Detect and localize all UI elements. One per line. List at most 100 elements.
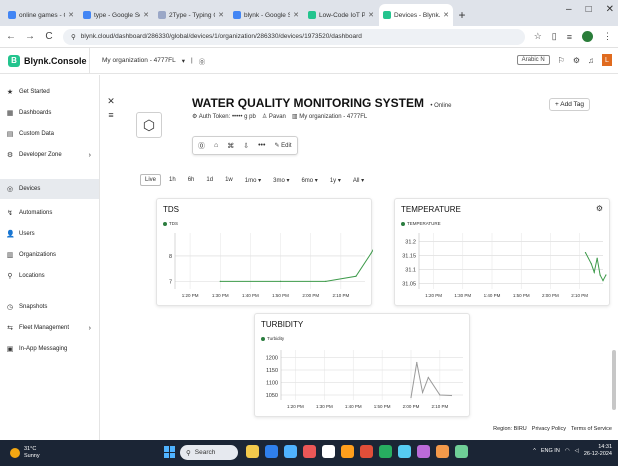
bell-icon[interactable]: ♫ <box>588 56 594 65</box>
chart-legend: TDS <box>163 221 178 226</box>
back-button[interactable]: ← <box>6 31 16 42</box>
user-avatar[interactable]: L <box>602 54 612 66</box>
browser-tab[interactable]: 2Type - Typing Game✕ <box>154 4 228 26</box>
bookmark-star-icon[interactable]: ☆ <box>534 31 542 42</box>
privacy-link[interactable]: Privacy Policy <box>532 426 566 432</box>
browser-tab[interactable]: Devices - Blynk.Console✕ <box>379 4 453 26</box>
auth-token[interactable]: ⚙ Auth Token: ••••• g pb <box>192 113 256 120</box>
browser-tab[interactable]: blynk - Google Search✕ <box>229 4 303 26</box>
new-tab-button[interactable]: + <box>454 4 470 26</box>
taskbar-app-icon[interactable] <box>246 445 259 458</box>
sidebar-item[interactable]: ▦ Dashboards <box>0 106 99 120</box>
taskbar-app-icon[interactable] <box>303 445 316 458</box>
sidebar-item[interactable]: ⚲ Locations <box>0 269 99 283</box>
extensions-icon[interactable]: ▯ <box>552 31 557 42</box>
time-range-option[interactable]: 1h <box>165 175 180 185</box>
taskbar-app-icon[interactable] <box>398 445 411 458</box>
weather-widget[interactable]: 31°C Sunny <box>0 446 160 460</box>
help-icon[interactable]: ⓪ <box>199 56 206 66</box>
taskbar-app-icon[interactable] <box>417 445 430 458</box>
time-range-option[interactable]: 1d <box>202 175 217 185</box>
taskbar-app-icon[interactable] <box>341 445 354 458</box>
time-range-option[interactable]: 6h <box>184 175 199 185</box>
device-title: WATER QUALITY MONITORING SYSTEM • Online <box>192 96 451 110</box>
app-header: B Blynk.Console My organization - 4777FL… <box>0 47 618 74</box>
browser-tab[interactable]: Low-Code IoT Platform | Bl✕ <box>304 4 378 26</box>
chevron-up-icon[interactable]: ^ <box>533 448 536 454</box>
time-range-option[interactable]: 6mo ▾ <box>297 175 321 186</box>
language-indicator[interactable]: ENG IN <box>541 448 560 454</box>
time-range-option[interactable]: 1mo ▾ <box>241 175 265 186</box>
sidebar-item[interactable]: ⇆ Fleet Management › <box>0 321 99 335</box>
taskbar-app-icon[interactable] <box>379 445 392 458</box>
sidebar-item[interactable]: ◎ Devices <box>0 179 99 199</box>
command-icon[interactable]: ⌘ <box>227 142 234 150</box>
close-tab-icon[interactable]: ✕ <box>143 11 149 19</box>
blynk-logo[interactable]: B Blynk.Console <box>0 47 90 74</box>
tab-title: 2Type - Typing Game <box>169 11 215 19</box>
browser-tab[interactable]: type - Google Search✕ <box>79 4 153 26</box>
home-icon[interactable]: ⌂ <box>214 142 218 149</box>
sidebar-item[interactable]: ★ Get Started <box>0 85 99 99</box>
sidebar-item[interactable]: 👤 Users <box>0 227 99 241</box>
terms-link[interactable]: Terms of Service <box>571 426 612 432</box>
page-scrollbar[interactable] <box>612 350 616 410</box>
time-range-option[interactable]: Live <box>140 174 162 186</box>
info-icon[interactable]: ⓪ <box>198 141 205 151</box>
organization-selector[interactable]: My organization - 4777FL ▾ | ⓪ <box>90 56 205 66</box>
add-tag-button[interactable]: + Add Tag <box>549 98 590 111</box>
notifications-icon[interactable]: ⚐ <box>558 56 565 65</box>
close-tab-icon[interactable]: ✕ <box>293 11 299 19</box>
data-point <box>416 361 418 364</box>
site-info-icon[interactable]: ⚲ <box>71 33 76 41</box>
close-tab-icon[interactable]: ✕ <box>368 11 374 19</box>
time-range-option[interactable]: 1w <box>221 175 237 185</box>
time-range-option[interactable]: All ▾ <box>349 175 368 186</box>
taskbar-app-icon[interactable] <box>455 445 468 458</box>
windows-start-icon[interactable] <box>164 446 176 458</box>
url-field[interactable]: ⚲ blynk.cloud/dashboard/286330/global/de… <box>63 28 525 45</box>
close-tab-icon[interactable]: ✕ <box>218 11 224 19</box>
device-owner[interactable]: ♙ Pavan <box>262 113 286 120</box>
reload-button[interactable]: C <box>44 31 54 42</box>
time-range-option[interactable]: 3mo ▾ <box>269 175 293 186</box>
close-tab-icon[interactable]: ✕ <box>443 11 449 19</box>
close-panel-icon[interactable]: ✕ <box>104 94 118 108</box>
sidebar-item[interactable]: ▤ Custom Data <box>0 127 99 141</box>
taskbar-app-icon[interactable] <box>284 445 297 458</box>
sidebar-item[interactable]: ◷ Snapshots <box>0 300 99 314</box>
taskbar-app-icon[interactable] <box>322 445 335 458</box>
language-selector[interactable]: Arabic N <box>516 55 550 65</box>
time-range-option[interactable]: 1y ▾ <box>326 175 345 186</box>
menu-icon[interactable]: ≡ <box>104 108 118 122</box>
taskbar-app-icon[interactable] <box>360 445 373 458</box>
sidebar-item[interactable]: ▣ In-App Messaging <box>0 342 99 356</box>
browser-tab[interactable]: online games - Google Se✕ <box>4 4 78 26</box>
forward-button[interactable]: → <box>25 31 35 42</box>
settings-icon[interactable]: ⚙ <box>573 56 580 65</box>
volume-icon[interactable]: ◁ <box>575 448 579 454</box>
gear-icon[interactable]: ⚙ <box>596 204 603 213</box>
download-icon[interactable]: ⇩ <box>243 142 249 150</box>
browser-menu-icon[interactable]: ⋮ <box>603 31 612 42</box>
taskbar-app-icon[interactable] <box>265 445 278 458</box>
sidebar-item-icon: ⇆ <box>7 325 13 332</box>
sidebar-item[interactable]: ↯ Automations <box>0 206 99 220</box>
system-tray: ^ ENG IN ◠ ◁ 14:31 26-12-2024 <box>533 444 612 458</box>
tab-search-icon[interactable]: ≡ <box>567 32 572 42</box>
sidebar-item-icon: ★ <box>6 89 14 96</box>
maximize-button[interactable]: □ <box>586 4 592 15</box>
sidebar-item[interactable]: ▥ Organizations <box>0 248 99 262</box>
minimize-button[interactable]: – <box>566 4 572 15</box>
device-organization[interactable]: ▥ My organization - 4777FL <box>292 113 367 120</box>
close-window-button[interactable]: ✕ <box>606 4 614 15</box>
sidebar-item[interactable]: ⚙ Developer Zone › <box>0 148 99 162</box>
taskbar-search[interactable]: ⚲ Search <box>180 445 238 460</box>
more-options-icon[interactable]: ••• <box>258 142 265 149</box>
close-tab-icon[interactable]: ✕ <box>68 11 74 19</box>
profile-avatar-icon[interactable] <box>582 31 593 42</box>
clock[interactable]: 14:31 26-12-2024 <box>584 444 612 458</box>
wifi-icon[interactable]: ◠ <box>565 448 570 454</box>
taskbar-app-icon[interactable] <box>436 445 449 458</box>
edit-dashboard-button[interactable]: ✎ Edit <box>274 142 291 149</box>
